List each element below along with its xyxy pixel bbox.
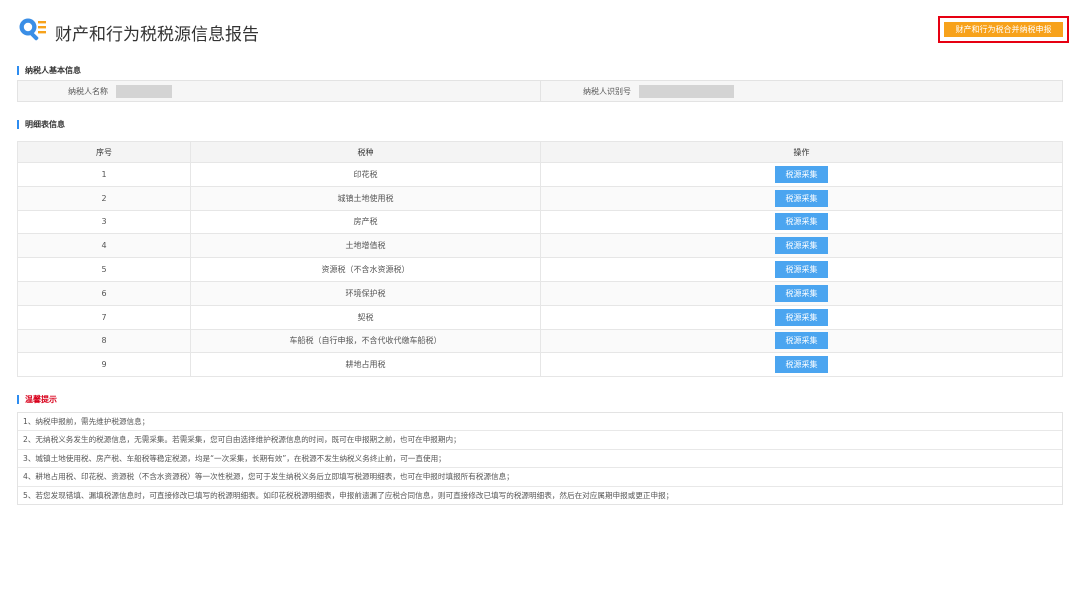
row-action-cell: 税源采集	[540, 304, 1063, 330]
tip-item: 4、耕地占用税、印花税、资源税（不含水资源税）等一次性税源，您可于发生纳税义务后…	[18, 468, 1062, 487]
page-title: 财产和行为税税源信息报告	[55, 25, 259, 45]
table-row: 9 耕地占用税 税源采集	[17, 352, 1063, 378]
collect-source-button[interactable]: 税源采集	[775, 332, 828, 350]
row-action-cell: 税源采集	[540, 233, 1063, 259]
merge-button-highlight: 财产和行为税合并纳税申报	[938, 16, 1069, 43]
row-number: 5	[17, 257, 191, 282]
row-tax-type: 契税	[190, 304, 541, 330]
taxpayer-name-value-masked	[116, 85, 172, 98]
row-action-cell: 税源采集	[540, 352, 1063, 378]
table-row: 7 契税 税源采集	[17, 304, 1063, 330]
collect-source-button[interactable]: 税源采集	[775, 284, 828, 302]
collect-source-button[interactable]: 税源采集	[775, 261, 828, 279]
search-report-icon	[19, 18, 46, 41]
collect-source-button[interactable]: 税源采集	[775, 308, 828, 326]
row-number: 3	[17, 209, 191, 235]
column-header-action: 操作	[540, 141, 1063, 163]
page-header: 财产和行为税税源信息报告 财产和行为税合并纳税申报	[17, 14, 1069, 50]
taxpayer-id-value-masked	[639, 85, 734, 98]
row-tax-type: 印花税	[190, 162, 541, 187]
tip-item: 1、纳税申报前，需先维护税源信息；	[18, 413, 1062, 432]
table-row: 2 城镇土地使用税 税源采集	[17, 185, 1063, 211]
collect-source-button[interactable]: 税源采集	[775, 356, 828, 374]
collect-source-button[interactable]: 税源采集	[775, 237, 828, 255]
table-row: 1 印花税 税源采集	[17, 162, 1063, 187]
row-action-cell: 税源采集	[540, 280, 1063, 306]
collect-source-button[interactable]: 税源采集	[775, 165, 828, 183]
collect-source-button[interactable]: 税源采集	[775, 213, 828, 231]
row-action-cell: 税源采集	[540, 257, 1063, 282]
row-number: 9	[17, 352, 191, 378]
taxpayer-id-label: 纳税人识别号	[583, 87, 631, 96]
row-tax-type: 车船税（自行申报，不含代收代缴车船税）	[190, 328, 541, 354]
row-number: 7	[17, 304, 191, 330]
info-divider	[540, 81, 541, 101]
row-action-cell: 税源采集	[540, 209, 1063, 235]
taxpayer-name-label: 纳税人名称	[68, 87, 108, 96]
detail-table: 序号 税种 操作 1 印花税 税源采集 2 城镇土地使用税 税源采集 3 房产税 税源采集 4 土地…	[17, 141, 1063, 378]
row-tax-type: 城镇土地使用税	[190, 185, 541, 211]
tip-item: 5、若您发现错填、漏填税源信息时，可直接修改已填写的税源明细表。如印花税税源明细…	[23, 490, 674, 500]
table-row: 5 资源税（不含水资源税） 税源采集	[17, 257, 1063, 282]
row-action-cell: 税源采集	[540, 185, 1063, 211]
row-tax-type: 房产税	[190, 209, 541, 235]
row-tax-type: 资源税（不含水资源税）	[190, 257, 541, 282]
row-tax-type: 土地增值税	[190, 233, 541, 259]
detail-section-title: 明细表信息	[17, 120, 65, 129]
row-action-cell: 税源采集	[540, 328, 1063, 354]
table-row: 8 车船税（自行申报，不含代收代缴车船税） 税源采集	[17, 328, 1063, 354]
tips-panel: 1、纳税申报前，需先维护税源信息； 2、无纳税义务发生的税源信息，无需采集。若需…	[17, 412, 1063, 505]
row-tax-type: 耕地占用税	[190, 352, 541, 378]
row-number: 6	[17, 280, 191, 306]
table-header-row: 序号 税种 操作	[17, 141, 1063, 163]
table-row: 3 房产税 税源采集	[17, 209, 1063, 235]
table-row: 6 环境保护税 税源采集	[17, 280, 1063, 306]
row-tax-type: 环境保护税	[190, 280, 541, 306]
merge-declaration-button[interactable]: 财产和行为税合并纳税申报	[944, 22, 1063, 37]
tips-section-title: 温馨提示	[17, 395, 57, 404]
basic-info-section-title: 纳税人基本信息	[17, 66, 81, 75]
row-number: 4	[17, 233, 191, 259]
tip-item: 2、无纳税义务发生的税源信息，无需采集。若需采集，您可自由选择维护税源信息的时间…	[18, 431, 1062, 450]
row-number: 8	[17, 328, 191, 354]
collect-source-button[interactable]: 税源采集	[775, 189, 828, 207]
table-row: 4 土地增值税 税源采集	[17, 233, 1063, 259]
row-action-cell: 税源采集	[540, 162, 1063, 187]
basic-info-panel: 纳税人名称 纳税人识别号	[17, 80, 1063, 102]
column-header-tax-type: 税种	[190, 141, 541, 163]
tip-item: 3、城镇土地使用税、房产税、车船税等稳定税源，均是“一次采集，长期有效”，在税源…	[18, 450, 1062, 469]
row-number: 1	[17, 162, 191, 187]
row-number: 2	[17, 185, 191, 211]
column-header-no: 序号	[17, 141, 191, 163]
